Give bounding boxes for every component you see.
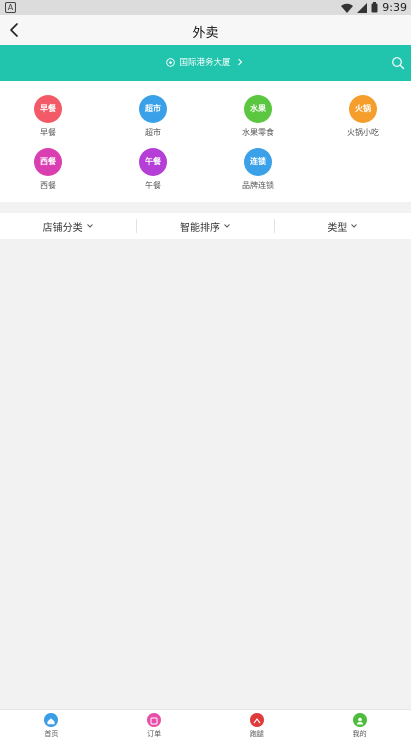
status-time: 9:39: [382, 1, 407, 14]
signal-icon: [357, 2, 368, 13]
category-grid: 早餐 早餐 超市 超市 水果 水果零食 火锅 火锅小吃 西餐 西餐 午餐 午餐 …: [0, 81, 411, 202]
hotpot-icon: 火锅: [349, 95, 377, 123]
category-label: 水果零食: [242, 128, 274, 137]
category-supermarket[interactable]: 超市 超市: [113, 95, 193, 138]
category-label: 西餐: [40, 181, 56, 190]
filter-label: 智能排序: [179, 222, 220, 234]
location-selector[interactable]: 国际港务大厦: [0, 56, 411, 68]
filter-bar: 店铺分类 智能排序 类型: [0, 213, 411, 239]
tab-label: 跑腿: [249, 730, 264, 738]
category-lunch[interactable]: 午餐 午餐: [113, 148, 193, 191]
search-icon[interactable]: [391, 56, 405, 70]
category-label: 超市: [145, 128, 161, 137]
tab-label: 订单: [147, 730, 162, 738]
category-label: 早餐: [40, 128, 56, 137]
category-fruit-snacks[interactable]: 水果 水果零食: [218, 95, 298, 138]
filter-type[interactable]: 类型: [275, 219, 411, 234]
breakfast-icon: 早餐: [34, 95, 62, 123]
app-bar: 外卖: [0, 15, 411, 45]
category-western[interactable]: 西餐 西餐: [8, 148, 88, 191]
tab-errand[interactable]: 跑腿: [206, 710, 309, 739]
tab-profile[interactable]: 我的: [308, 710, 411, 739]
status-icons: 9:39: [341, 1, 407, 14]
home-icon: [44, 713, 59, 727]
tab-label: 首页: [44, 730, 59, 738]
filter-label: 店铺分类: [42, 222, 83, 234]
battery-icon: [371, 2, 378, 13]
location-address: 国际港务大厦: [179, 58, 231, 68]
category-label: 品牌连锁: [242, 181, 274, 190]
chain-store-icon: 连锁: [244, 148, 272, 176]
page-title: 外卖: [192, 26, 219, 41]
fruit-icon: 水果: [244, 95, 272, 123]
profile-icon: [352, 713, 367, 727]
supermarket-icon: 超市: [139, 95, 167, 123]
tab-label: 我的: [352, 730, 367, 738]
bottom-tab-bar: 首页 订单 跑腿 我的: [0, 709, 411, 739]
chevron-down-icon: [224, 224, 230, 228]
western-food-icon: 西餐: [34, 148, 62, 176]
wifi-icon: [341, 3, 354, 13]
notification-a-icon: A: [5, 2, 16, 13]
lunch-icon: 午餐: [139, 148, 167, 176]
chevron-right-icon: [237, 58, 242, 66]
location-pin-icon: [166, 57, 176, 67]
category-breakfast[interactable]: 早餐 早餐: [8, 95, 88, 138]
filter-label: 类型: [327, 222, 348, 234]
category-label: 午餐: [145, 181, 161, 190]
order-icon: [147, 713, 162, 727]
location-bar: 国际港务大厦: [0, 45, 411, 81]
chevron-down-icon: [351, 224, 358, 228]
shop-list: [0, 239, 411, 709]
filter-smart-sort[interactable]: 智能排序: [137, 219, 273, 234]
category-chain-brands[interactable]: 连锁 品牌连锁: [218, 148, 298, 191]
category-hotpot[interactable]: 火锅 火锅小吃: [323, 95, 403, 138]
errand-icon: [249, 713, 264, 727]
category-label: 火锅小吃: [347, 128, 379, 137]
chevron-down-icon: [86, 224, 93, 228]
tab-orders[interactable]: 订单: [103, 710, 206, 739]
tab-home[interactable]: 首页: [0, 710, 103, 739]
status-bar: A 9:39: [0, 0, 411, 15]
filter-shop-category[interactable]: 店铺分类: [0, 219, 136, 234]
